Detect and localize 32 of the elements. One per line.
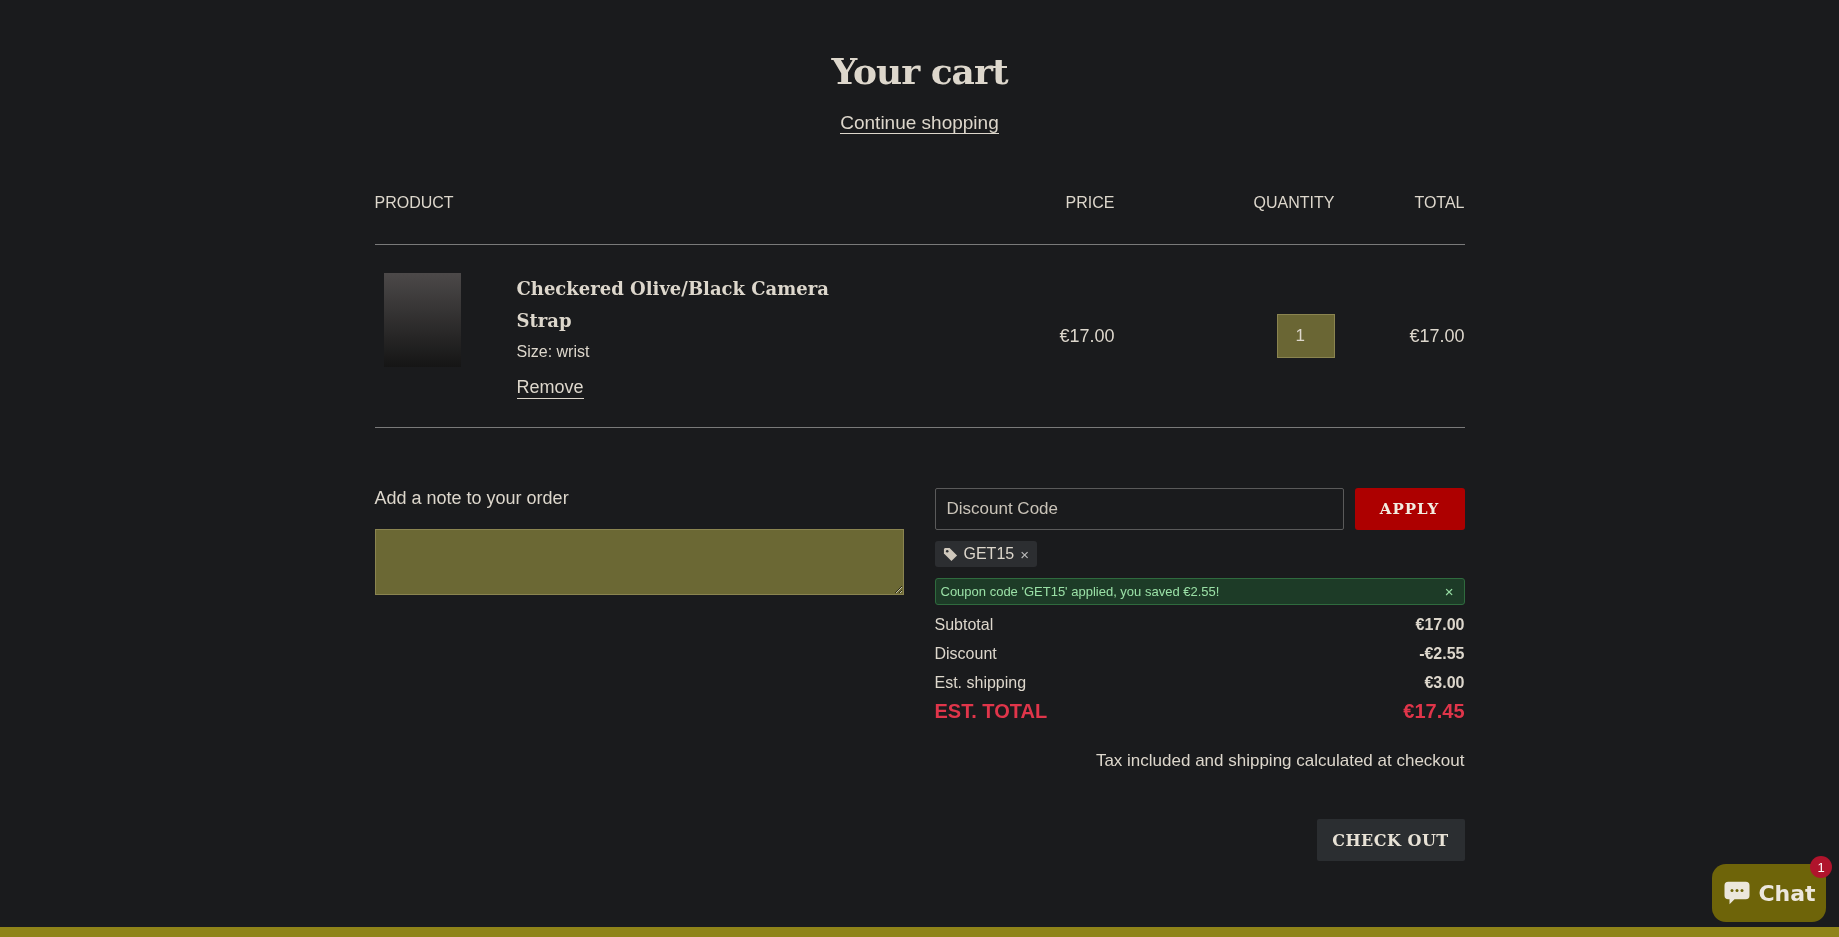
- column-header: PRICE: [1064, 194, 1115, 212]
- note-label: Add a note to your order: [374, 488, 570, 509]
- coupon-code: GET15: [963, 545, 1015, 563]
- remove-link[interactable]: Remove: [516, 377, 584, 399]
- tag-icon: [942, 546, 958, 562]
- summary-value: €3.00: [1424, 674, 1465, 692]
- discount-code-field[interactable]: Discount Code: [934, 488, 1344, 530]
- product-name[interactable]: Checkered Olive/Black Camera Strap: [516, 273, 847, 337]
- column-header: QUANTITY: [1252, 194, 1335, 212]
- column-header: PRODUCT: [374, 194, 455, 212]
- summary-value: -€2.55: [1419, 645, 1465, 663]
- page-title: Your cart: [830, 50, 1010, 92]
- checkout-button[interactable]: CHECK OUT: [1316, 819, 1465, 861]
- price-cell-text: €17.00: [1058, 325, 1115, 347]
- product-variant: Size: wrist: [516, 343, 591, 361]
- note-field[interactable]: [374, 529, 904, 595]
- total-cell-text: €17.00: [1408, 325, 1465, 347]
- quantity-field[interactable]: 1: [1276, 314, 1335, 358]
- summary-value: €17.45: [1403, 700, 1465, 723]
- column-header: TOTAL: [1413, 194, 1465, 212]
- coupon-message-text: Coupon code 'GET15' applied, you saved €2.55!: [940, 584, 1220, 599]
- summary-value: €17.00: [1415, 616, 1465, 634]
- apply-button[interactable]: APPLY: [1354, 488, 1465, 530]
- tax-note: Tax included and shipping calculated at checkout: [1094, 751, 1465, 771]
- summary-label: Discount: [934, 645, 997, 663]
- summary-label: Subtotal: [934, 616, 994, 634]
- summary-label: Est. shipping: [934, 674, 1027, 692]
- continue-shopping-link[interactable]: Continue shopping: [840, 112, 999, 134]
- remove-coupon-button[interactable]: ×: [1020, 545, 1029, 563]
- notification-badge: 1: [1810, 856, 1832, 878]
- close-button[interactable]: ×: [1444, 583, 1454, 600]
- summary-label: EST. TOTAL: [934, 700, 1048, 723]
